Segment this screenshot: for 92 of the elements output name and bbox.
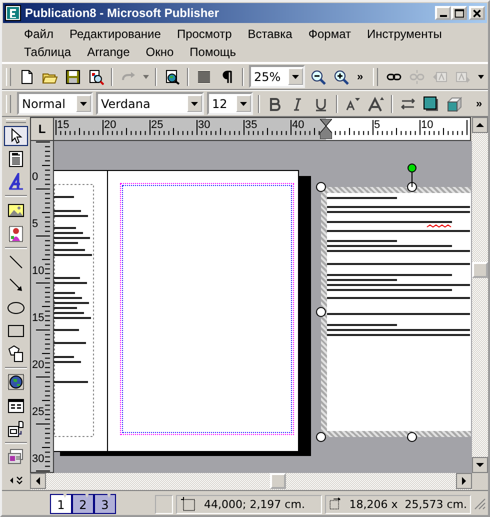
minimize-icon xyxy=(440,15,446,17)
resize-handle[interactable] xyxy=(316,182,326,192)
broken-link-icon xyxy=(409,68,425,84)
window-title: Publication8 - Microsoft Publisher xyxy=(25,6,220,20)
size-grip-icon[interactable] xyxy=(474,498,486,510)
text-frame-icon xyxy=(7,150,25,168)
ruler-label: 35 xyxy=(245,119,258,131)
pointer-tool[interactable] xyxy=(4,126,28,146)
zoom-dropdown[interactable]: 25% xyxy=(249,65,305,88)
menu-item[interactable]: Просмотр xyxy=(168,27,240,41)
scrollbar-thumb[interactable] xyxy=(270,473,286,489)
form-icon xyxy=(7,396,25,415)
web-preview-icon xyxy=(164,68,180,84)
style-dropdown[interactable]: Normal xyxy=(17,92,93,115)
rotation-handle[interactable] xyxy=(407,163,417,187)
menu-item[interactable]: Редактирование xyxy=(62,27,169,41)
toolbox-more-icon[interactable] xyxy=(9,476,23,485)
menu-item[interactable]: Окно xyxy=(138,45,182,59)
ruler-corner[interactable]: L xyxy=(30,117,54,141)
app-icon xyxy=(5,5,21,21)
resize-handle[interactable] xyxy=(316,432,326,442)
scrollbar-thumb[interactable] xyxy=(472,262,488,278)
ruler-label: 30 xyxy=(32,453,44,465)
dropdown-arrow-icon xyxy=(191,102,198,106)
resize-handle[interactable] xyxy=(316,307,326,317)
dropdown-arrow-icon xyxy=(240,102,247,106)
ruler-label: 15 xyxy=(57,119,70,131)
design-gallery-icon xyxy=(7,448,25,466)
ruler-label: 5 xyxy=(374,119,380,131)
scroll-left-button[interactable] xyxy=(30,473,46,489)
size-text: 18,206 x 25,573 cm. xyxy=(349,498,467,510)
dropdown-arrow-icon xyxy=(80,102,87,106)
menu-item[interactable]: Вставка xyxy=(240,27,300,41)
arrow-icon xyxy=(7,276,25,294)
print-preview-icon xyxy=(88,68,104,84)
toolbar-overflow-button[interactable]: » xyxy=(472,94,486,114)
maximize-icon xyxy=(453,6,465,20)
swap-arrows-icon xyxy=(400,96,416,112)
status-pane xyxy=(155,494,173,514)
scroll-right-button[interactable] xyxy=(456,473,472,489)
zoom-out-icon xyxy=(310,68,326,84)
minimize-button[interactable] xyxy=(435,6,451,20)
shadow-square-icon xyxy=(423,96,439,112)
menu-item[interactable]: Таблица xyxy=(16,45,80,59)
ruler-label: 40 xyxy=(292,119,304,131)
font-larger-icon xyxy=(368,96,384,112)
size-icon xyxy=(329,496,342,512)
menu-item[interactable]: Файл xyxy=(16,27,62,41)
font-size-dropdown[interactable]: 12 xyxy=(207,92,253,115)
scroll-up-button[interactable] xyxy=(472,117,488,133)
font-smaller-icon xyxy=(345,96,361,112)
columns-icon xyxy=(196,68,212,84)
ruler-label: 20 xyxy=(104,119,116,131)
new-document-icon xyxy=(19,68,35,84)
ruler-label: 10 xyxy=(32,265,44,277)
menu-item[interactable]: Помощь xyxy=(182,45,244,59)
line-icon xyxy=(7,252,25,271)
ruler-label: 5 xyxy=(32,218,38,230)
ruler-label: 20 xyxy=(32,359,44,371)
html-fragment-icon xyxy=(7,420,25,438)
page-tab[interactable]: 1 xyxy=(50,494,72,514)
menu-item[interactable]: Формат xyxy=(300,27,359,41)
cube-icon xyxy=(446,96,462,112)
ruler-label: 30 xyxy=(198,119,210,131)
page-tab[interactable]: 3 xyxy=(94,494,116,514)
menu-item[interactable]: Arrange xyxy=(79,45,138,59)
bold-icon xyxy=(267,96,283,112)
ruler-label: 0 xyxy=(32,171,38,183)
dropdown-arrow-icon xyxy=(292,74,299,78)
zoom-in-icon xyxy=(333,68,349,84)
font-dropdown[interactable]: Verdana xyxy=(96,92,204,115)
maximize-button[interactable] xyxy=(451,6,467,20)
ruler-label: 15 xyxy=(32,312,44,324)
picture-frame-icon xyxy=(7,201,25,220)
resize-handle[interactable] xyxy=(407,432,417,442)
scroll-down-button[interactable] xyxy=(472,457,488,473)
position-icon xyxy=(180,496,196,512)
toolbar-overflow-button[interactable]: » xyxy=(353,66,367,86)
dropdown-caret-icon[interactable] xyxy=(477,74,484,79)
text-frame[interactable] xyxy=(321,187,471,437)
position-text: 44,000; 2,197 cm. xyxy=(204,498,305,510)
page-tab[interactable]: 2 xyxy=(72,494,94,514)
clip-art-icon xyxy=(7,224,25,243)
indent-marker[interactable] xyxy=(320,119,332,139)
close-button[interactable] xyxy=(469,6,485,20)
ruler-label: 25 xyxy=(151,119,164,131)
ruler-label: 10 xyxy=(421,119,434,131)
letter-a-icon xyxy=(7,173,25,192)
globe-icon xyxy=(7,373,25,392)
shapes-icon xyxy=(7,345,25,364)
menu-item[interactable]: Инструменты xyxy=(359,27,450,41)
ruler-label: 25 xyxy=(32,406,44,418)
